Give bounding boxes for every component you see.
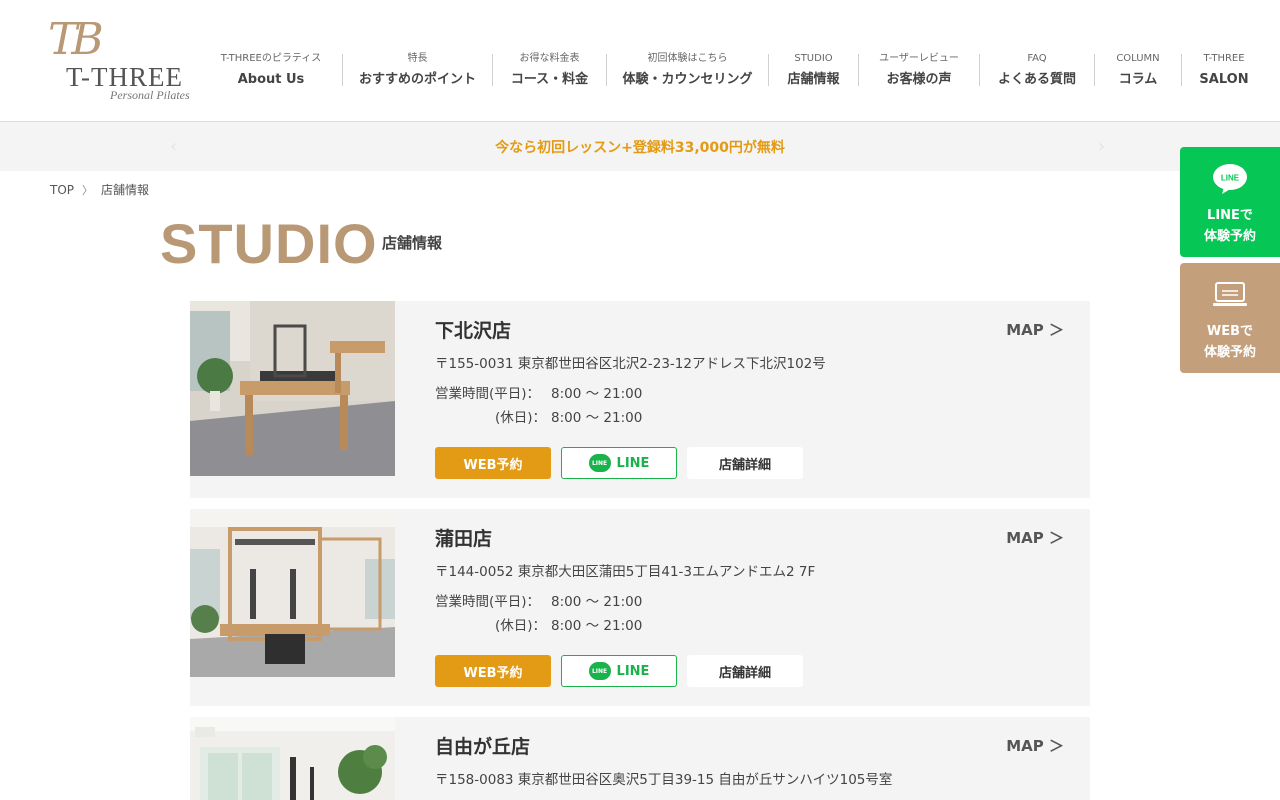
nav-item-studio[interactable]: STUDIO 店舗情報 [769, 52, 858, 88]
line-button[interactable]: LINE LINE [561, 655, 677, 687]
web-reserve-button[interactable]: WEB予約 [435, 655, 551, 687]
breadcrumb-home[interactable]: TOP [50, 183, 74, 197]
line-trial-button[interactable]: LINE LINEで 体験予約 [1180, 147, 1280, 257]
page-title: STUDIO [160, 212, 378, 275]
store-detail-button[interactable]: 店舗詳細 [687, 655, 803, 687]
promo-banner[interactable]: ‹ 今なら初回レッスン+登録料33,000円が無料 › [0, 122, 1280, 171]
nav-item-pricing[interactable]: お得な料金表 コース・料金 [493, 52, 606, 88]
store-card-jiyugaoka: 自由が丘店 〒158-0083 東京都世田谷区奥沢5丁目39-15 自由が丘サン… [190, 717, 1090, 800]
store-photo [190, 717, 395, 800]
line-button[interactable]: LINE LINE [561, 447, 677, 479]
line-icon: LINE [588, 454, 611, 472]
promo-text: 今なら初回レッスン+登録料33,000円が無料 [495, 139, 785, 156]
web-trial-button[interactable]: WEBで 体験予約 [1180, 263, 1280, 373]
store-name: 下北沢店 [435, 320, 512, 342]
holiday-hours-value: 8:00 〜 21:00 [551, 618, 643, 634]
holiday-hours-value: 8:00 〜 21:00 [551, 410, 643, 426]
logo-monogram: TB [48, 14, 104, 65]
store-info: 蒲田店 〒144-0052 東京都大田区蒲田5丁目41-3エムアンドエム2 7F… [435, 527, 815, 638]
page-subtitle: 店舗情報 [382, 234, 443, 252]
store-card-kamata: 蒲田店 〒144-0052 東京都大田区蒲田5丁目41-3エムアンドエム2 7F… [190, 509, 1090, 706]
map-link[interactable]: MAP ＞ [1006, 735, 1064, 756]
logo-tagline: Personal Pilates [110, 88, 190, 102]
map-link[interactable]: MAP ＞ [1006, 527, 1064, 548]
main-nav: T-THREEのピラティス About Us 特長 おすすめのポイント お得な料… [200, 52, 1266, 92]
nav-item-column[interactable]: COLUMN コラム [1095, 52, 1181, 88]
store-actions: WEB予約 LINE LINE 店舗詳細 [435, 655, 813, 687]
banner-prev-icon[interactable]: ‹ [170, 136, 177, 157]
store-name: 蒲田店 [435, 528, 493, 550]
holiday-hours-label: (休日)： [495, 410, 547, 426]
nav-item-faq[interactable]: FAQ よくある質問 [980, 52, 1094, 88]
site-header: TB T-THREE Personal Pilates T-THREEのピラティ… [0, 0, 1280, 122]
weekday-hours-label: 営業時間(平日)： [435, 594, 541, 610]
breadcrumb-chevron-icon: 〉 [82, 183, 94, 197]
store-info: 下北沢店 〒155-0031 東京都世田谷区北沢2-23-12アドレス下北沢10… [435, 319, 826, 430]
nav-item-features[interactable]: 特長 おすすめのポイント [343, 52, 492, 88]
nav-item-salon[interactable]: T-THREE SALON [1182, 52, 1266, 88]
laptop-icon [1213, 282, 1247, 306]
weekday-hours-value: 8:00 〜 21:00 [551, 594, 643, 610]
web-reserve-button[interactable]: WEB予約 [435, 447, 551, 479]
nav-item-trial[interactable]: 初回体験はこちら 体験・カウンセリング [607, 52, 768, 88]
store-detail-button[interactable]: 店舗詳細 [687, 447, 803, 479]
line-icon-text: LINE [1221, 174, 1240, 183]
web-trial-label: WEBで 体験予約 [1203, 324, 1256, 360]
weekday-hours-label: 営業時間(平日)： [435, 386, 541, 402]
breadcrumb-current: 店舗情報 [101, 183, 150, 197]
holiday-hours-label: (休日)： [495, 618, 547, 634]
store-address: 〒155-0031 東京都世田谷区北沢2-23-12アドレス下北沢102号 [435, 356, 826, 372]
store-photo [190, 301, 395, 476]
nav-item-reviews[interactable]: ユーザーレビュー お客様の声 [859, 52, 979, 88]
line-chat-icon: LINE [1213, 164, 1247, 194]
breadcrumb: TOP 〉 店舗情報 [50, 181, 149, 198]
site-logo[interactable]: TB T-THREE Personal Pilates [48, 18, 208, 106]
store-photo [190, 509, 395, 677]
store-hours: 営業時間(平日)： 8:00 〜 21:00 (休日)： 8:00 〜 21:0… [435, 590, 815, 638]
store-card-shimokitazawa: 下北沢店 〒155-0031 東京都世田谷区北沢2-23-12アドレス下北沢10… [190, 301, 1090, 498]
nav-item-about[interactable]: T-THREEのピラティス About Us [200, 52, 342, 88]
store-actions: WEB予約 LINE LINE 店舗詳細 [435, 447, 813, 479]
store-info: 自由が丘店 〒158-0083 東京都世田谷区奥沢5丁目39-15 自由が丘サン… [435, 735, 892, 788]
map-link[interactable]: MAP ＞ [1006, 319, 1064, 340]
store-address: 〒158-0083 東京都世田谷区奥沢5丁目39-15 自由が丘サンハイツ105… [435, 772, 893, 788]
weekday-hours-value: 8:00 〜 21:00 [551, 386, 643, 402]
line-trial-label: LINEで 体験予約 [1203, 208, 1256, 244]
line-icon: LINE [588, 662, 611, 680]
store-address: 〒144-0052 東京都大田区蒲田5丁目41-3エムアンドエム2 7F [435, 564, 816, 580]
store-name: 自由が丘店 [435, 736, 531, 758]
store-hours: 営業時間(平日)： 8:00 〜 21:00 (休日)： 8:00 〜 21:0… [435, 382, 826, 430]
banner-next-icon[interactable]: › [1098, 136, 1105, 157]
